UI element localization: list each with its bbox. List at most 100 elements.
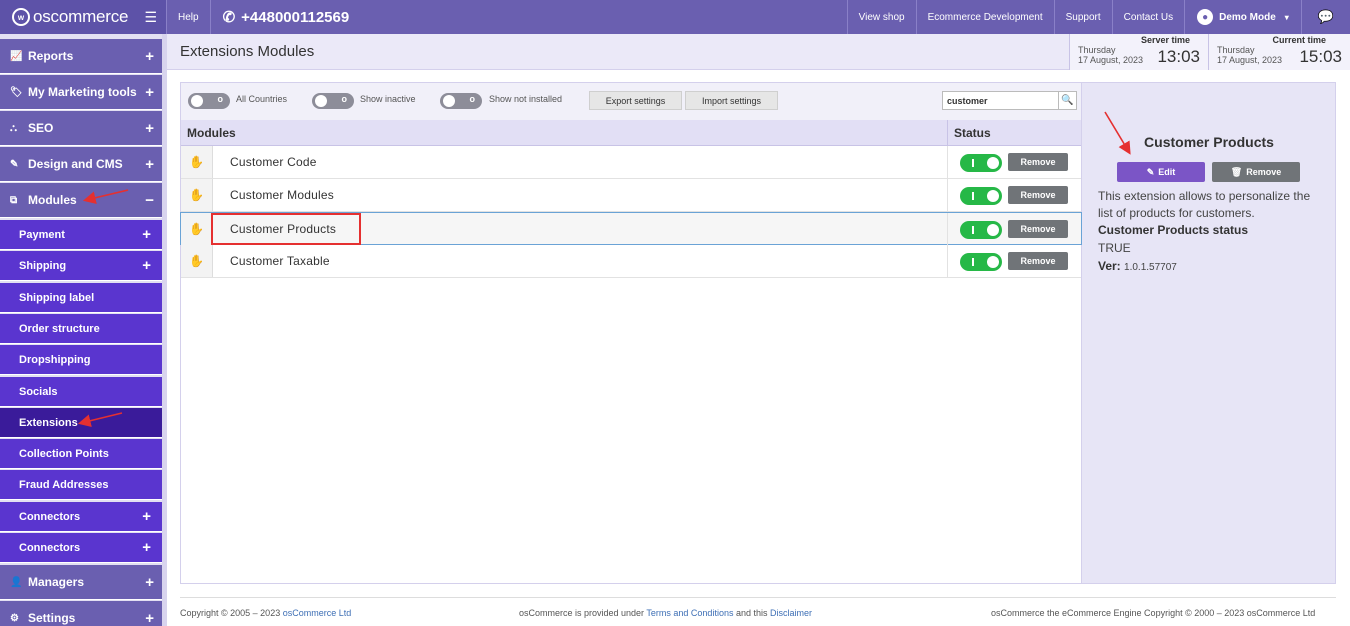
show-not-installed-label: Show not installed	[489, 94, 563, 104]
table-row[interactable]: ✋ Customer Code Remove	[181, 146, 1081, 179]
sidebar-sub-label: Dropshipping	[19, 353, 91, 366]
brand-name: oscommerce	[33, 7, 129, 26]
sidebar-sub-fraud-addresses[interactable]: Fraud Addresses	[0, 470, 162, 500]
sidebar-sub-label: Connectors	[19, 510, 81, 523]
details-description: This extension allows to personalize the…	[1098, 189, 1311, 220]
status-toggle[interactable]	[960, 253, 1002, 271]
table-row-selected[interactable]: ✋ Customer Products Remove	[180, 212, 1082, 245]
sidebar-sub-label: Connectors	[19, 541, 81, 554]
drag-handle-icon[interactable]: ✋	[181, 213, 213, 245]
module-name: Customer Modules	[230, 188, 334, 202]
remove-button[interactable]: Remove	[1008, 252, 1068, 270]
tag-icon: 🏷	[10, 86, 23, 98]
current-day: Thursday	[1217, 45, 1255, 55]
plus-icon: +	[145, 155, 154, 173]
import-settings-button[interactable]: Import settings	[685, 91, 778, 110]
all-countries-toggle[interactable]: o	[188, 93, 230, 109]
status-toggle[interactable]	[960, 187, 1002, 205]
export-settings-button[interactable]: Export settings	[589, 91, 682, 110]
sidebar-item-settings[interactable]: ⚙ Settings +	[0, 601, 162, 626]
view-shop-link[interactable]: View shop	[848, 0, 917, 34]
sidebar-sub-payment[interactable]: Payment +	[0, 220, 162, 250]
toggle-off-icon: o	[217, 94, 224, 104]
topbar-spacer	[361, 0, 848, 34]
chart-icon: 📈	[10, 50, 23, 62]
remove-button[interactable]: Remove	[1008, 220, 1068, 238]
status-toggle[interactable]	[960, 154, 1002, 172]
gears-icon: ⚙	[10, 612, 19, 624]
brush-icon: ✎	[10, 158, 19, 170]
plus-icon: +	[142, 539, 151, 556]
sidebar-item-label: Managers	[28, 575, 85, 589]
sidebar-sub-connectors[interactable]: Connectors +	[0, 502, 162, 532]
phone-number[interactable]: ✆ +448000112569	[211, 0, 362, 34]
drag-handle-icon[interactable]: ✋	[181, 245, 213, 277]
sidebar-sub-label: Payment	[19, 228, 65, 241]
company-link[interactable]: osCommerce Ltd	[283, 608, 352, 618]
show-inactive-label: Show inactive	[360, 94, 416, 104]
search-icon[interactable]: 🔍	[1058, 91, 1077, 110]
edit-button[interactable]: ✎ Edit	[1117, 162, 1205, 182]
sidebar-sub-collection-points[interactable]: Collection Points	[0, 439, 162, 469]
footer-copyright: Copyright © 2005 – 2023 osCommerce Ltd	[180, 608, 351, 618]
show-inactive-toggle[interactable]: o	[312, 93, 354, 109]
sidebar-sub-dropshipping[interactable]: Dropshipping	[0, 345, 162, 375]
ecommerce-development-link[interactable]: Ecommerce Development	[917, 0, 1055, 34]
disclaimer-link[interactable]: Disclaimer	[770, 608, 812, 618]
table-row[interactable]: ✋ Customer Modules Remove	[181, 179, 1081, 212]
sidebar-sub-shipping[interactable]: Shipping +	[0, 251, 162, 281]
sidebar-sub-socials[interactable]: Socials	[0, 377, 162, 407]
column-modules: Modules	[187, 126, 236, 140]
current-time-label: Current time	[1272, 35, 1326, 45]
user-icon: ●	[1197, 9, 1214, 25]
version: Ver: 1.0.1.57707	[1098, 259, 1177, 273]
chat-icon[interactable]: 💬	[1302, 0, 1350, 34]
plus-icon: +	[145, 47, 154, 65]
table-row[interactable]: ✋ Customer Taxable Remove	[181, 245, 1081, 278]
show-not-installed-toggle[interactable]: o	[440, 93, 482, 109]
sidebar-item-marketing[interactable]: 🏷 My Marketing tools +	[0, 75, 162, 110]
sidebar-scrollbar[interactable]	[162, 34, 167, 626]
phone-icon: ✆	[222, 9, 236, 26]
sidebar-sub-connectors-2[interactable]: Connectors +	[0, 533, 162, 563]
column-status: Status	[954, 126, 991, 140]
sidebar-item-managers[interactable]: 👤 Managers +	[0, 565, 162, 600]
edit-label: Edit	[1158, 167, 1176, 177]
user-name: Demo Mode	[1219, 11, 1276, 23]
pencil-icon: ✎	[1146, 166, 1155, 177]
sidebar-sub-extensions[interactable]: Extensions	[0, 408, 162, 438]
sidebar-sub-order-structure[interactable]: Order structure	[0, 314, 162, 344]
table-header: Modules Status	[181, 120, 1081, 146]
plus-icon: +	[142, 257, 151, 274]
page-header: Extensions Modules Server time Thursday 1…	[167, 34, 1350, 70]
search-input[interactable]	[942, 91, 1059, 110]
sidebar-item-label: Settings	[28, 611, 76, 625]
remove-button[interactable]: Remove	[1008, 186, 1068, 204]
details-remove-button[interactable]: 🗑 Remove	[1212, 162, 1300, 182]
sidebar-item-label: Modules	[28, 193, 77, 207]
sidebar-item-seo[interactable]: ⛬ SEO +	[0, 111, 162, 146]
help-link[interactable]: Help	[167, 0, 211, 34]
menu-icon[interactable]: ☰	[144, 9, 157, 26]
status-toggle[interactable]	[960, 221, 1002, 239]
module-name: Customer Taxable	[230, 254, 330, 268]
sidebar-item-modules[interactable]: ⧉ Modules −	[0, 183, 162, 218]
user-menu[interactable]: ● Demo Mode ▾	[1185, 0, 1302, 34]
puzzle-icon: ⧉	[10, 194, 18, 206]
top-bar: w oscommerce ☰ Help ✆ +448000112569 View…	[0, 0, 1350, 34]
sidebar-sub-label: Order structure	[19, 322, 100, 335]
sidebar-item-design[interactable]: ✎ Design and CMS +	[0, 147, 162, 182]
drag-handle-icon[interactable]: ✋	[181, 179, 213, 211]
support-link[interactable]: Support	[1055, 0, 1113, 34]
plus-icon: +	[145, 573, 154, 591]
logo[interactable]: w oscommerce ☰	[0, 0, 167, 34]
footer-legal: osCommerce is provided under Terms and C…	[519, 608, 812, 618]
contact-us-link[interactable]: Contact Us	[1113, 0, 1186, 34]
drag-handle-icon[interactable]: ✋	[181, 146, 213, 178]
highlight-box	[211, 213, 361, 245]
sidebar-sub-shipping-label[interactable]: Shipping label	[0, 283, 162, 313]
terms-link[interactable]: Terms and Conditions	[646, 608, 733, 618]
user-icon: 👤	[10, 576, 23, 588]
remove-button[interactable]: Remove	[1008, 153, 1068, 171]
sidebar-item-reports[interactable]: 📈 Reports +	[0, 39, 162, 74]
